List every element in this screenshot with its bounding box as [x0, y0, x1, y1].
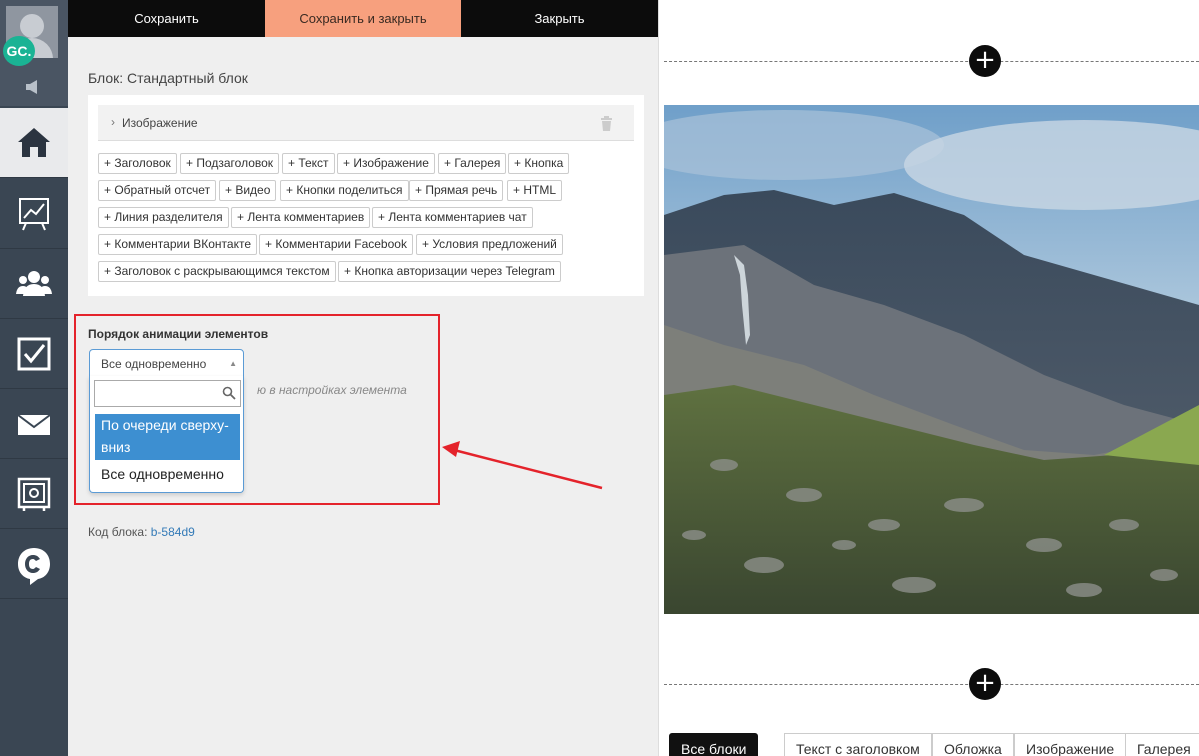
tab-text-with-heading[interactable]: Текст с заголовком [784, 733, 932, 756]
add-telegram-auth-button[interactable]: + Кнопка авторизации через Telegram [338, 261, 561, 282]
image-element-row[interactable]: › Изображение [98, 105, 634, 141]
block-code-value[interactable]: b-584d9 [151, 525, 195, 539]
close-button[interactable]: Закрыть [461, 0, 658, 37]
add-block-bottom-button[interactable]: + [969, 668, 1001, 700]
caret-up-icon: ▲ [229, 359, 237, 368]
checkbox-icon [17, 337, 51, 371]
sidebar-item-messages[interactable] [0, 389, 68, 459]
add-expandable-heading-button[interactable]: + Заголовок с раскрывающимся текстом [98, 261, 336, 282]
sidebar-item-sales[interactable] [0, 459, 68, 529]
chart-board-icon [19, 198, 49, 231]
editor-toolbar: Сохранить Сохранить и закрыть Закрыть [68, 0, 658, 37]
add-image-button[interactable]: + Изображение [337, 153, 435, 174]
block-elements-box: › Изображение + Заголовок + Подзаголовок… [88, 95, 644, 296]
envelope-icon [17, 414, 51, 435]
getcourse-logo-icon [18, 548, 50, 585]
save-and-close-button[interactable]: Сохранить и закрыть [265, 0, 461, 37]
home-icon [18, 128, 50, 157]
sidebar-item-getcourse[interactable] [0, 529, 68, 599]
option-all-at-once[interactable]: Все одновременно [95, 463, 240, 485]
add-countdown-button[interactable]: + Обратный отсчет [98, 180, 217, 201]
dropdown-search [94, 380, 241, 407]
tab-image[interactable]: Изображение [1014, 733, 1127, 756]
safe-icon [17, 477, 51, 511]
add-block-top-button[interactable]: + [969, 45, 1001, 77]
user-initials-badge[interactable]: GC. [3, 36, 35, 66]
sidebar-item-tasks[interactable] [0, 319, 68, 389]
add-quote-button[interactable]: + Прямая речь [409, 180, 504, 201]
page-preview: + + Все блоки Текст с заголовком Обложка… [658, 0, 1199, 756]
block-code-label: Код блока: [88, 525, 148, 539]
option-sequential-top-down[interactable]: По очереди сверху-вниз [95, 414, 240, 460]
add-vk-comments-button[interactable]: + Комментарии ВКонтакте [98, 234, 258, 255]
tab-cover[interactable]: Обложка [932, 733, 1014, 756]
add-facebook-comments-button[interactable]: + Комментарии Facebook [259, 234, 413, 255]
block-title: Блок: Стандартный блок [88, 70, 248, 86]
users-icon [16, 271, 52, 296]
chevron-right-icon[interactable]: › [111, 115, 115, 129]
add-comments-chat-button[interactable]: + Лента комментариев чат [372, 207, 533, 228]
add-video-button[interactable]: + Видео [219, 180, 277, 201]
add-gallery-button[interactable]: + Галерея [438, 153, 507, 174]
tab-gallery[interactable]: Галерея [1125, 733, 1199, 756]
animation-order-selected-value: Все одновременно [101, 357, 207, 371]
animation-hint-text: ю в настройках элемента [257, 383, 407, 397]
user-profile[interactable]: GC. [0, 0, 68, 72]
block-code: Код блока: b-584d9 [88, 525, 195, 539]
add-heading-button[interactable]: + Заголовок [98, 153, 177, 174]
sidebar-item-home[interactable] [0, 108, 68, 178]
add-html-button[interactable]: + HTML [507, 180, 563, 201]
sidebar-item-statistics[interactable] [0, 179, 68, 249]
search-icon [222, 386, 236, 403]
main-sidebar: GC. [0, 0, 68, 756]
insert-divider-top [664, 61, 1199, 62]
add-text-button[interactable]: + Текст [282, 153, 335, 174]
add-button-button[interactable]: + Кнопка [508, 153, 570, 174]
trash-icon[interactable] [600, 116, 613, 134]
add-offer-conditions-button[interactable]: + Условия предложений [416, 234, 563, 255]
dropdown-search-input[interactable] [95, 381, 215, 406]
image-element-label: Изображение [122, 116, 198, 130]
animation-order-label: Порядок анимации элементов [88, 327, 269, 341]
block-category-tabs: Все блоки Текст с заголовком Обложка Изо… [658, 733, 1199, 756]
sidebar-item-users[interactable] [0, 249, 68, 319]
add-subheading-button[interactable]: + Подзаголовок [180, 153, 280, 174]
add-share-buttons-button[interactable]: + Кнопки поделиться [280, 180, 409, 201]
tab-all-blocks[interactable]: Все блоки [669, 733, 759, 756]
insert-divider-bottom [664, 684, 1199, 685]
add-comments-feed-button[interactable]: + Лента комментариев [231, 207, 371, 228]
announcements-icon[interactable] [0, 72, 68, 106]
add-divider-button[interactable]: + Линия разделителя [98, 207, 229, 228]
mountain-landscape-image [664, 105, 1199, 614]
animation-order-dropdown: По очереди сверху-вниз Все одновременно [89, 376, 244, 493]
save-button[interactable]: Сохранить [68, 0, 265, 37]
animation-order-select[interactable]: Все одновременно ▲ [89, 349, 244, 377]
block-editor-panel: Сохранить Сохранить и закрыть Закрыть Бл… [68, 0, 658, 756]
